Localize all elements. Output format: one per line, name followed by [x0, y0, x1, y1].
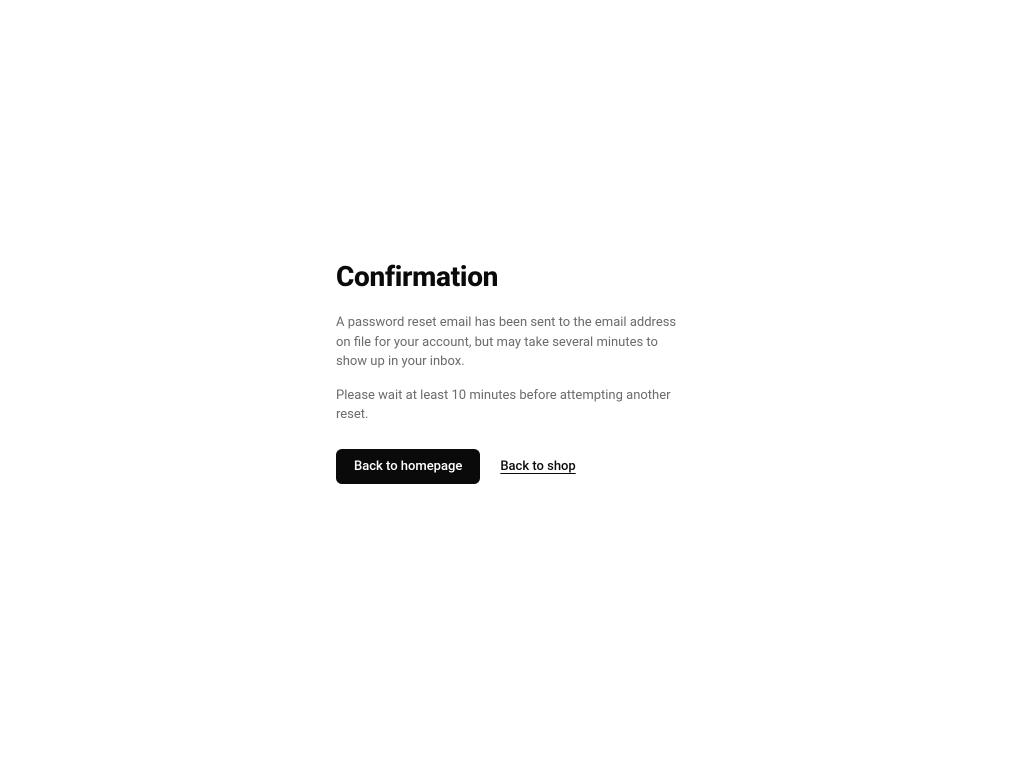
- back-to-homepage-button[interactable]: Back to homepage: [336, 449, 480, 484]
- confirmation-panel: Confirmation A password reset email has …: [336, 260, 688, 484]
- page-title: Confirmation: [336, 260, 688, 293]
- confirmation-wait-message: Please wait at least 10 minutes before a…: [336, 386, 688, 425]
- confirmation-message: A password reset email has been sent to …: [336, 313, 688, 372]
- actions-row: Back to homepage Back to shop: [336, 449, 688, 484]
- back-to-shop-link[interactable]: Back to shop: [500, 459, 575, 474]
